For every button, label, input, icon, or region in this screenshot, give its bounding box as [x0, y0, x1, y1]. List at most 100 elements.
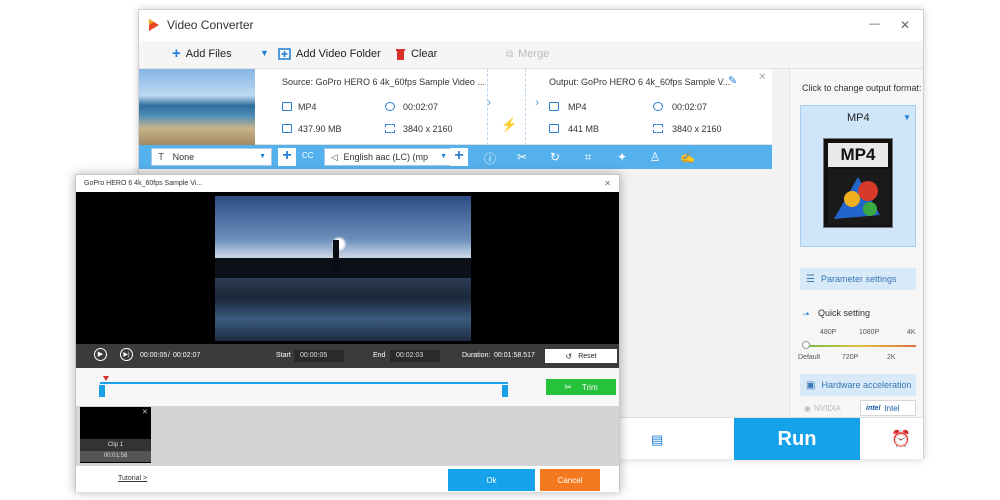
parameter-settings-button[interactable]: ☰ Parameter settings	[800, 268, 916, 290]
file-row[interactable]: Source: GoPro HERO 6 4k_60fps Sample Vid…	[139, 69, 772, 145]
text-icon: T	[158, 152, 165, 163]
trim-titlebar: GoPro HERO 6 4k_60fps Sample Vi... ✕	[76, 175, 619, 192]
lighthouse	[333, 240, 339, 272]
video-frame[interactable]	[215, 196, 471, 341]
arrow-right-icon: ›	[535, 95, 539, 109]
cancel-button[interactable]: Cancel	[540, 469, 600, 491]
time-separator: /	[168, 352, 170, 359]
add-files-label: Add Files	[185, 48, 232, 60]
output-duration: 00:02:07	[672, 102, 708, 112]
video-thumbnail[interactable]	[139, 69, 255, 145]
clip-list: ✕ Clip 1 00:01:58	[76, 406, 619, 466]
trim-close-button[interactable]: ✕	[604, 179, 611, 188]
hardware-acceleration-label: Hardware acceleration	[821, 380, 912, 390]
subtitle-edit-icon[interactable]: ✍	[680, 150, 695, 164]
lightning-icon: ⚡	[501, 117, 518, 132]
tutorial-link[interactable]: Tutorial >	[118, 475, 147, 482]
clip-item[interactable]: ✕ Clip 1 00:01:58	[80, 407, 151, 463]
nvidia-label: NVIDIA	[813, 403, 841, 413]
edit-pencil-icon[interactable]: ✎	[728, 74, 737, 87]
trim-end-handle[interactable]	[502, 385, 508, 397]
folder-plus-icon	[278, 48, 291, 60]
trim-button[interactable]: ✂ Trim	[546, 379, 616, 395]
source-size: 437.90 MB	[298, 124, 342, 134]
tick-default: Default	[798, 354, 821, 361]
info-icon[interactable]: ⓘ	[483, 150, 497, 167]
resolution-icon	[653, 124, 663, 133]
rotate-icon[interactable]: ↻	[548, 150, 562, 164]
output-folder-icon[interactable]: ▤	[651, 432, 663, 448]
dialog-footer: Tutorial > Ok Cancel	[76, 466, 619, 492]
total-time: 00:02:07	[173, 352, 201, 359]
play-icon[interactable]: ▶	[94, 348, 107, 361]
end-label: End	[373, 352, 386, 359]
nvidia-eye-icon: ◉	[804, 403, 811, 413]
film-strip-icon	[828, 169, 890, 225]
arrow-right-icon: ›	[487, 95, 491, 109]
add-video-folder-button[interactable]: Add Video Folder	[278, 48, 381, 60]
trim-dialog: GoPro HERO 6 4k_60fps Sample Vi... ✕ ▶ ▶…	[75, 174, 620, 492]
subtitle-cc-icon[interactable]: CC	[302, 151, 314, 160]
hardware-acceleration-button[interactable]: ▣ Hardware acceleration	[800, 374, 916, 396]
tick-2k: 2K	[887, 354, 896, 361]
speaker-icon: ◁	[331, 152, 338, 162]
crop-icon[interactable]: ⌗	[581, 150, 595, 165]
scissors-icon[interactable]: ✂	[515, 150, 529, 164]
watermark-icon[interactable]: ♙	[648, 150, 662, 164]
current-time: 00:00:05	[140, 352, 168, 359]
playhead-marker[interactable]	[103, 376, 109, 381]
clear-button[interactable]: Clear	[395, 48, 437, 60]
audio-track-dropdown[interactable]: ◁ English aac (LC) (mp ▼	[324, 148, 452, 166]
folder-icon	[282, 124, 292, 133]
timeline-track[interactable]	[100, 382, 508, 384]
tick-480p: 480P	[820, 329, 837, 336]
effects-wand-icon[interactable]: ✦	[615, 150, 629, 164]
subtitle-value: None	[172, 152, 195, 162]
scissors-icon: ✂	[564, 381, 572, 392]
trim-timeline: ✂ Trim	[76, 368, 619, 406]
trash-icon	[396, 49, 405, 60]
subtitle-dropdown[interactable]: T None ▼	[151, 148, 272, 166]
quick-setting-label: Quick setting	[818, 308, 871, 318]
start-time-field[interactable]: 00:00:05	[294, 350, 344, 362]
add-files-button[interactable]: + Add Files	[172, 46, 232, 61]
merge-button[interactable]: ⧉ Merge	[506, 48, 549, 60]
output-format-selector[interactable]: MP4 ▼ MP4	[800, 105, 916, 247]
ok-button[interactable]: Ok	[448, 469, 535, 491]
output-format-label: Click to change output format:	[802, 83, 922, 93]
clip-name: Clip 1	[80, 439, 151, 451]
merge-icon: ⧉	[506, 48, 514, 60]
add-video-folder-label: Add Video Folder	[296, 48, 381, 60]
start-label: Start	[276, 352, 291, 359]
title-bar: Video Converter — ✕	[139, 10, 923, 41]
quality-slider-knob[interactable]	[802, 341, 810, 349]
tick-1080p: 1080P	[859, 329, 880, 336]
tick-4k: 4K	[907, 329, 916, 336]
nvidia-option[interactable]: ◉ NVIDIA	[800, 400, 856, 416]
resolution-icon	[385, 124, 395, 133]
quality-slider-track[interactable]	[804, 345, 916, 347]
video-preview	[76, 192, 619, 344]
clock-icon	[385, 102, 395, 111]
quick-setting-icon: -•	[803, 309, 810, 319]
next-frame-icon[interactable]: ▶|	[120, 348, 133, 361]
run-button[interactable]: Run	[734, 418, 860, 460]
intel-label: Intel	[884, 403, 900, 413]
alarm-clock-icon[interactable]: ⏰	[891, 429, 911, 449]
add-subtitle-button[interactable]: +	[278, 148, 296, 166]
trim-start-handle[interactable]	[99, 385, 105, 397]
minimize-button[interactable]: —	[869, 18, 880, 30]
remove-file-icon[interactable]: ✕	[758, 72, 766, 83]
intel-option[interactable]: intel Intel	[860, 400, 916, 416]
remove-clip-icon[interactable]: ✕	[142, 408, 148, 416]
add-audio-button[interactable]: +	[450, 148, 468, 166]
reset-button[interactable]: ↺ Reset	[545, 349, 617, 363]
chevron-down-icon: ▼	[903, 113, 911, 122]
parameter-settings-label: Parameter settings	[820, 274, 897, 284]
add-files-dropdown[interactable]: ▼	[260, 48, 269, 58]
edit-action-bar: T None ▼ + CC ◁ English aac (LC) (mp ▼ +…	[139, 145, 772, 169]
close-button[interactable]: ✕	[900, 18, 910, 32]
end-time-field[interactable]: 00:02:03	[390, 350, 440, 362]
clear-label: Clear	[411, 48, 438, 60]
chevron-down-icon: ▼	[259, 153, 266, 160]
